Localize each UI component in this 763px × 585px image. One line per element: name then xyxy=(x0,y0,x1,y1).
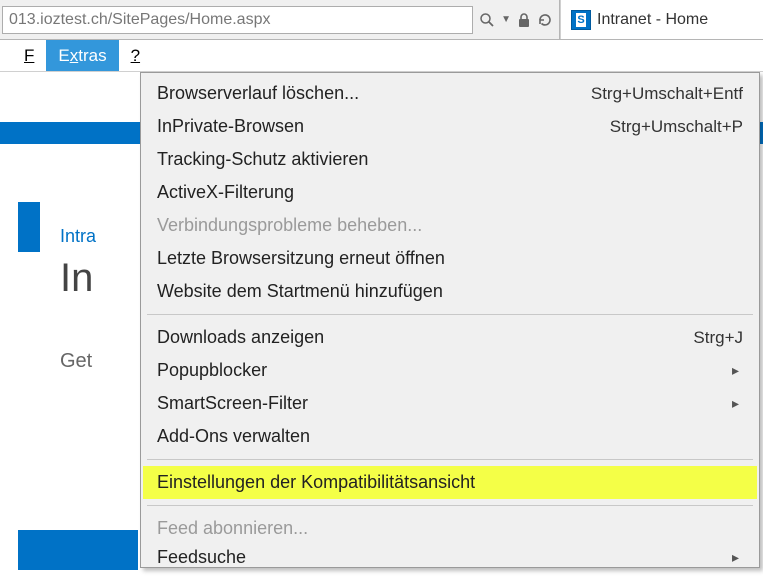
submenu-arrow-icon xyxy=(732,362,743,379)
menu-item-label: Popupblocker xyxy=(157,360,732,381)
menu-separator xyxy=(147,459,753,460)
menu-item[interactable]: Letzte Browsersitzung erneut öffnen xyxy=(143,242,757,275)
menu-item[interactable]: Feedsuche xyxy=(143,545,757,563)
menu-item-label: Feedsuche xyxy=(157,547,732,564)
url-text: 013.ioztest.ch/SitePages/Home.aspx xyxy=(9,11,270,29)
menu-item-label: ActiveX-Filterung xyxy=(157,182,743,203)
menu-item[interactable]: Einstellungen der Kompatibilitätsansicht xyxy=(143,466,757,499)
menu-item-label: Feed abonnieren... xyxy=(157,518,743,539)
address-bar[interactable]: 013.ioztest.ch/SitePages/Home.aspx xyxy=(2,6,473,34)
browser-top-bar: 013.ioztest.ch/SitePages/Home.aspx ▼ S I… xyxy=(0,0,763,40)
lock-icon[interactable] xyxy=(517,12,531,28)
refresh-icon[interactable] xyxy=(537,12,553,28)
breadcrumb[interactable]: Intra xyxy=(60,226,96,247)
menu-help[interactable]: ? xyxy=(119,40,152,71)
menu-item-label: InPrivate-Browsen xyxy=(157,116,610,137)
submenu-arrow-icon xyxy=(732,549,743,564)
menu-bar: F Extras ? xyxy=(0,40,763,72)
menu-item: Verbindungsprobleme beheben... xyxy=(143,209,757,242)
menu-item[interactable]: Website dem Startmenü hinzufügen xyxy=(143,275,757,308)
menu-item-label: Tracking-Schutz aktivieren xyxy=(157,149,743,170)
menu-item[interactable]: ActiveX-Filterung xyxy=(143,176,757,209)
menu-item-label: Website dem Startmenü hinzufügen xyxy=(157,281,743,302)
menu-item-label: Add-Ons verwalten xyxy=(157,426,743,447)
extras-dropdown: Browserverlauf löschen...Strg+Umschalt+E… xyxy=(140,72,760,568)
menu-help-label: ? xyxy=(131,46,140,66)
search-icon[interactable] xyxy=(479,12,495,28)
menu-separator xyxy=(147,314,753,315)
menu-item: Feed abonnieren... xyxy=(143,512,757,545)
page-subheading: Get xyxy=(60,350,92,373)
menu-extras[interactable]: Extras xyxy=(46,40,118,71)
menu-item-label: Letzte Browsersitzung erneut öffnen xyxy=(157,248,743,269)
menu-item[interactable]: SmartScreen-Filter xyxy=(143,387,757,420)
menu-favoriten[interactable]: F xyxy=(12,40,46,71)
menu-separator xyxy=(147,505,753,506)
menu-item-shortcut: Strg+Umschalt+P xyxy=(610,117,743,137)
menu-item[interactable]: Downloads anzeigenStrg+J xyxy=(143,321,757,354)
content-block xyxy=(18,530,138,570)
page-title: In xyxy=(60,256,93,301)
menu-item-shortcut: Strg+Umschalt+Entf xyxy=(591,84,743,104)
site-logo[interactable] xyxy=(18,202,40,252)
menu-item[interactable]: Browserverlauf löschen...Strg+Umschalt+E… xyxy=(143,77,757,110)
sharepoint-icon: S xyxy=(571,10,591,30)
menu-item[interactable]: InPrivate-BrowsenStrg+Umschalt+P xyxy=(143,110,757,143)
dropdown-chevron-icon[interactable]: ▼ xyxy=(501,14,511,25)
menu-item[interactable]: Popupblocker xyxy=(143,354,757,387)
tab-title: Intranet - Home xyxy=(597,11,708,29)
address-bar-icons: ▼ xyxy=(475,12,559,28)
menu-item-label: Downloads anzeigen xyxy=(157,327,693,348)
menu-item-label: Verbindungsprobleme beheben... xyxy=(157,215,743,236)
submenu-arrow-icon xyxy=(732,395,743,412)
menu-item-shortcut: Strg+J xyxy=(693,328,743,348)
menu-item-label: SmartScreen-Filter xyxy=(157,393,732,414)
address-bar-container: 013.ioztest.ch/SitePages/Home.aspx ▼ xyxy=(0,0,560,39)
menu-item[interactable]: Tracking-Schutz aktivieren xyxy=(143,143,757,176)
menu-item[interactable]: Add-Ons verwalten xyxy=(143,420,757,453)
menu-item-label: Browserverlauf löschen... xyxy=(157,83,591,104)
browser-tab[interactable]: S Intranet - Home xyxy=(560,0,763,39)
menu-item-label: Einstellungen der Kompatibilitätsansicht xyxy=(157,472,743,493)
